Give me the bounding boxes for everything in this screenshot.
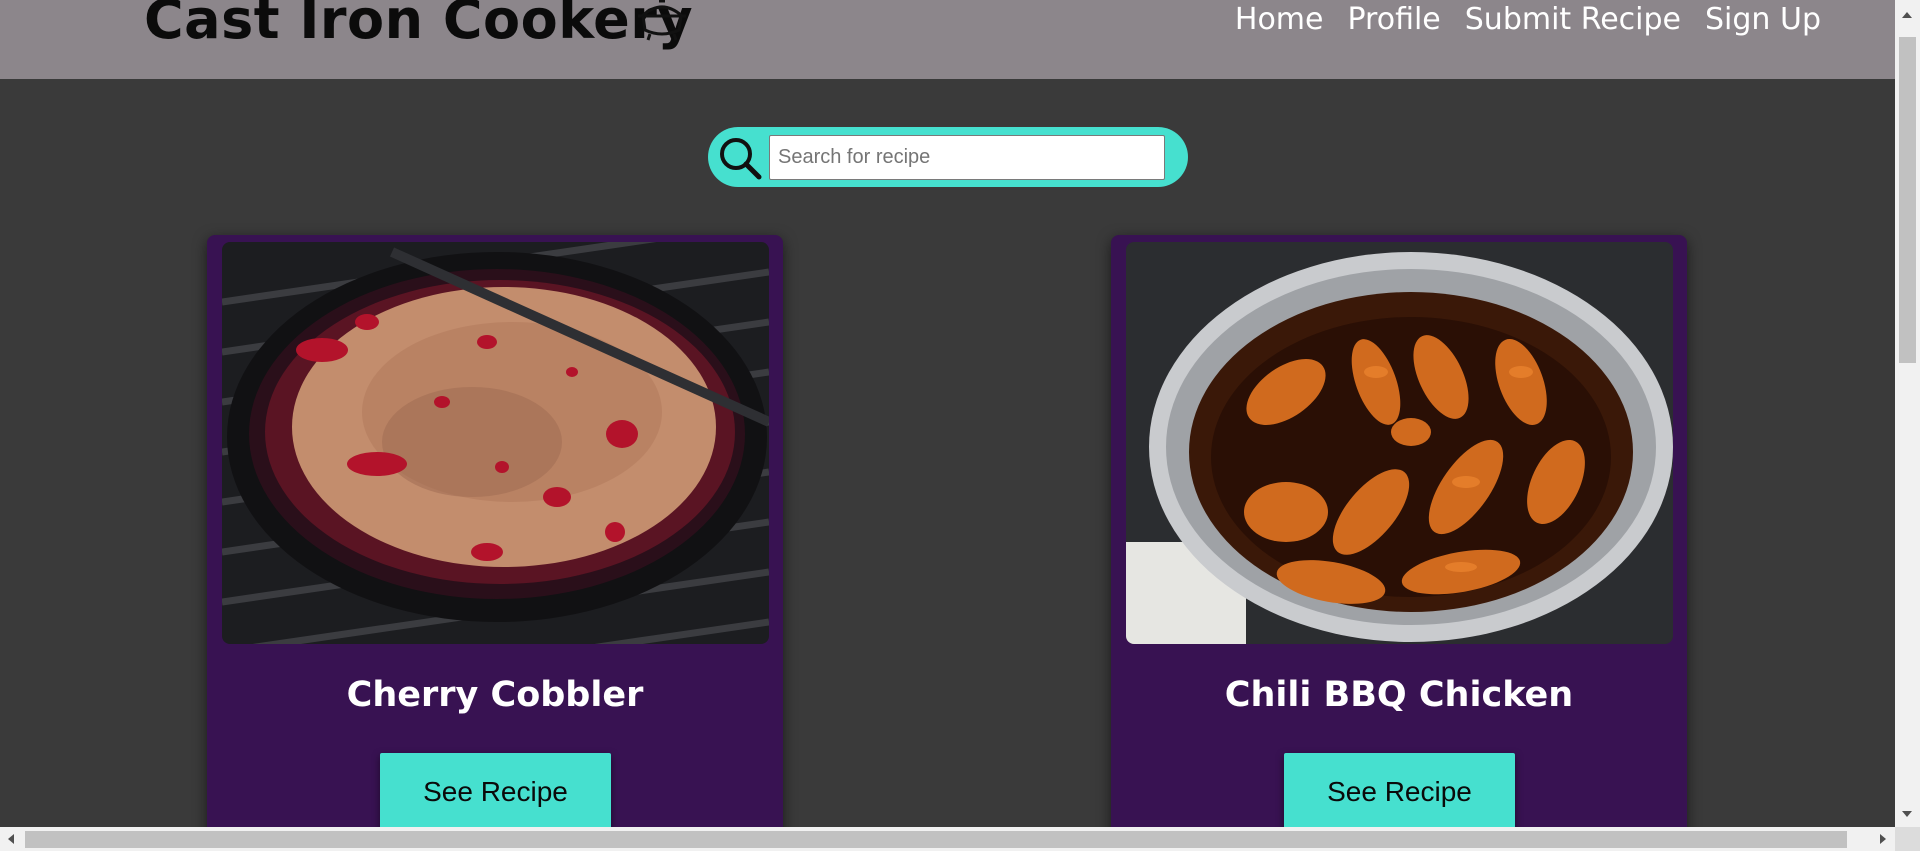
- see-recipe-button[interactable]: See Recipe: [1284, 753, 1515, 827]
- vertical-scrollbar[interactable]: [1895, 0, 1920, 827]
- dutch-oven-icon: [638, 0, 686, 41]
- recipe-card-chili-bbq-chicken: Chili BBQ Chicken See Recipe: [1111, 235, 1687, 827]
- nav-profile-link[interactable]: Profile: [1347, 2, 1440, 37]
- scrollbar-corner: [1895, 827, 1920, 851]
- page-viewport: Cast Iron Cookery Home Profile Submit Re…: [0, 0, 1895, 827]
- cherry-cobbler-photo[interactable]: [222, 242, 769, 644]
- site-header: Cast Iron Cookery Home Profile Submit Re…: [0, 0, 1895, 79]
- nav-submit-recipe-link[interactable]: Submit Recipe: [1465, 2, 1681, 37]
- recipe-title[interactable]: Chili BBQ Chicken: [1111, 675, 1687, 715]
- scroll-right-icon[interactable]: [1880, 834, 1886, 844]
- nav-sign-up-link[interactable]: Sign Up: [1705, 2, 1821, 37]
- see-recipe-button[interactable]: See Recipe: [380, 753, 611, 827]
- scroll-up-icon[interactable]: [1902, 12, 1912, 18]
- nav-home-link[interactable]: Home: [1235, 2, 1324, 37]
- recipe-title[interactable]: Cherry Cobbler: [207, 675, 783, 715]
- horizontal-scroll-thumb[interactable]: [25, 831, 1847, 848]
- chili-bbq-chicken-photo[interactable]: [1126, 242, 1673, 644]
- scroll-left-icon[interactable]: [8, 834, 14, 844]
- horizontal-scrollbar[interactable]: [0, 827, 1895, 851]
- search-icon[interactable]: [717, 135, 763, 181]
- vertical-scroll-thumb[interactable]: [1899, 37, 1916, 363]
- search-input[interactable]: [769, 135, 1165, 180]
- main-nav: Home Profile Submit Recipe Sign Up: [1235, 2, 1821, 37]
- scroll-down-icon[interactable]: [1902, 811, 1912, 817]
- site-title[interactable]: Cast Iron Cookery: [144, 0, 693, 51]
- recipe-card-cherry-cobbler: Cherry Cobbler See Recipe: [207, 235, 783, 827]
- search-bar: [708, 127, 1188, 187]
